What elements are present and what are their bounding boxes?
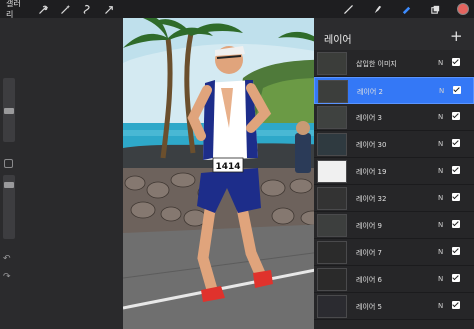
layer-name: 레이어 19 <box>356 168 387 176</box>
layer-visibility-checkbox[interactable] <box>453 86 461 94</box>
bib-number: 1414 <box>215 162 240 172</box>
blend-mode-button[interactable]: N <box>438 221 443 229</box>
blend-mode-button[interactable]: N <box>438 302 443 310</box>
layer-name: 레이어 2 <box>357 88 383 96</box>
layer-name: 삽입한 이미지 <box>356 60 397 68</box>
layer-visibility-checkbox[interactable] <box>452 139 460 147</box>
layer-name: 레이어 9 <box>356 222 382 230</box>
layer-thumbnail <box>318 80 348 103</box>
layer-name: 레이어 6 <box>356 276 382 284</box>
layer-visibility-checkbox[interactable] <box>452 193 460 201</box>
transform-icon[interactable] <box>102 2 116 16</box>
magic-wand-icon[interactable] <box>58 2 72 16</box>
brush-size-slider[interactable] <box>3 78 15 142</box>
layer-row[interactable]: 레이어 6 N <box>314 266 474 293</box>
layer-row[interactable]: 레이어 19 N <box>314 158 474 185</box>
layers-panel: 레이어 + 삽입한 이미지 N 레이어 2 N 레이어 3 N 레이어 30 N 레이어 19 N… <box>314 18 474 329</box>
layer-row[interactable]: 레이어 5 N <box>314 293 474 320</box>
blend-mode-button[interactable]: N <box>438 275 443 283</box>
layer-thumbnail <box>317 295 347 318</box>
layer-thumbnail <box>317 160 347 183</box>
brush-icon[interactable] <box>341 2 355 16</box>
blend-mode-button[interactable]: N <box>438 194 443 202</box>
blend-mode-button[interactable]: N <box>438 248 443 256</box>
blend-mode-button[interactable]: N <box>438 140 443 148</box>
layer-row[interactable]: 삽입한 이미지 N <box>314 50 474 77</box>
left-sidebar: ↶ ↷ <box>0 18 20 329</box>
layer-visibility-checkbox[interactable] <box>452 112 460 120</box>
right-tool-group <box>341 0 474 18</box>
layer-visibility-checkbox[interactable] <box>452 247 460 255</box>
modify-button[interactable] <box>4 159 13 168</box>
layer-visibility-checkbox[interactable] <box>452 58 460 66</box>
opacity-thumb[interactable] <box>4 182 14 188</box>
layer-thumbnail <box>317 241 347 264</box>
layer-thumbnail <box>317 214 347 237</box>
layers-title: 레이어 <box>324 35 352 46</box>
layer-row[interactable]: 레이어 9 N <box>314 212 474 239</box>
layer-thumbnail <box>317 187 347 210</box>
undo-icon[interactable]: ↶ <box>3 254 11 264</box>
layer-visibility-checkbox[interactable] <box>452 220 460 228</box>
layer-visibility-checkbox[interactable] <box>452 274 460 282</box>
layer-name: 레이어 7 <box>356 249 382 257</box>
selection-icon[interactable] <box>80 2 94 16</box>
layer-name: 레이어 5 <box>356 303 382 311</box>
layer-row[interactable]: 레이어 2 N <box>314 77 474 104</box>
opacity-slider[interactable] <box>3 175 15 239</box>
add-layer-button[interactable]: + <box>450 27 463 45</box>
smudge-icon[interactable] <box>370 2 384 16</box>
layer-row[interactable]: 레이어 30 N <box>314 131 474 158</box>
wrench-icon[interactable] <box>36 2 50 16</box>
layer-row[interactable]: 레이어 7 N <box>314 239 474 266</box>
layer-name: 레이어 30 <box>356 141 387 149</box>
layer-visibility-checkbox[interactable] <box>452 301 460 309</box>
layers-header: 레이어 + <box>314 18 474 50</box>
layer-name: 레이어 32 <box>356 195 387 203</box>
layer-name: 레이어 3 <box>356 114 382 122</box>
layer-row[interactable]: 레이어 3 N <box>314 104 474 131</box>
top-toolbar: 갤러리 <box>0 0 474 20</box>
brush-size-thumb[interactable] <box>4 108 14 114</box>
blend-mode-button[interactable]: N <box>438 113 443 121</box>
layer-thumbnail <box>317 52 347 75</box>
blend-mode-button[interactable]: N <box>439 87 444 95</box>
layer-thumbnail <box>317 133 347 156</box>
layers-icon[interactable] <box>428 2 442 16</box>
color-swatch[interactable] <box>457 3 469 15</box>
gallery-button[interactable]: 갤러리 <box>6 0 28 20</box>
redo-icon[interactable]: ↷ <box>3 272 11 282</box>
layer-thumbnail <box>317 268 347 291</box>
eraser-icon[interactable] <box>399 2 413 16</box>
layer-row[interactable]: 레이어 32 N <box>314 185 474 212</box>
layer-thumbnail <box>317 106 347 129</box>
blend-mode-button[interactable]: N <box>438 59 443 67</box>
layer-visibility-checkbox[interactable] <box>452 166 460 174</box>
blend-mode-button[interactable]: N <box>438 167 443 175</box>
